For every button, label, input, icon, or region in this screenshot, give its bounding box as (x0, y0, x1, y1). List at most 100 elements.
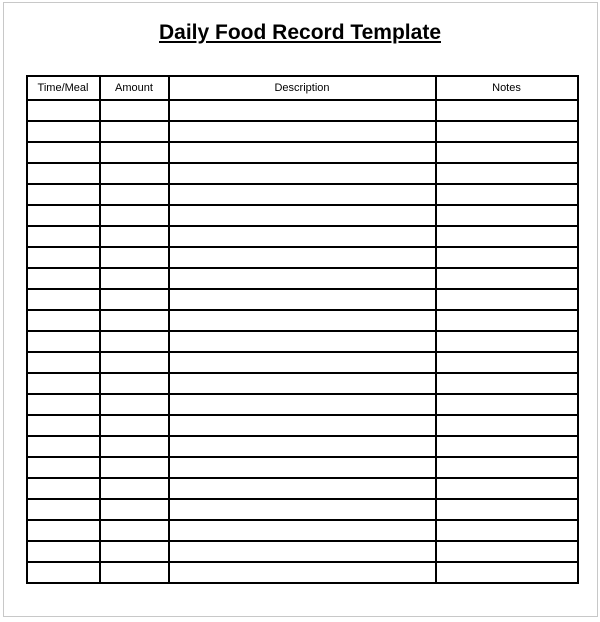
table-cell (100, 415, 169, 436)
page-title: Daily Food Record Template (4, 21, 597, 45)
table-cell (436, 205, 578, 226)
table-cell (100, 121, 169, 142)
header-description: Description (169, 76, 436, 100)
table-cell (100, 247, 169, 268)
table-cell (27, 457, 100, 478)
table-cell (169, 415, 436, 436)
table-row (27, 520, 578, 541)
table-cell (436, 457, 578, 478)
table-cell (100, 436, 169, 457)
table-row (27, 331, 578, 352)
table-cell (100, 289, 169, 310)
table-cell (169, 562, 436, 583)
table-row (27, 226, 578, 247)
table-cell (100, 331, 169, 352)
table-cell (100, 541, 169, 562)
table-row (27, 205, 578, 226)
table-cell (100, 310, 169, 331)
table-cell (436, 415, 578, 436)
table-cell (436, 478, 578, 499)
table-cell (100, 142, 169, 163)
table-row (27, 352, 578, 373)
table-cell (169, 142, 436, 163)
table-cell (436, 541, 578, 562)
table-cell (436, 310, 578, 331)
table-cell (169, 352, 436, 373)
table-cell (27, 121, 100, 142)
table-row (27, 499, 578, 520)
table-row (27, 415, 578, 436)
table-cell (27, 541, 100, 562)
table-cell (436, 373, 578, 394)
table-cell (100, 562, 169, 583)
table-row (27, 100, 578, 121)
table-cell (436, 520, 578, 541)
table-cell (100, 205, 169, 226)
table-row (27, 163, 578, 184)
table-row (27, 121, 578, 142)
table-cell (169, 205, 436, 226)
table-cell (169, 247, 436, 268)
table-cell (436, 352, 578, 373)
table-cell (436, 100, 578, 121)
table-cell (436, 121, 578, 142)
table-cell (100, 520, 169, 541)
header-amount: Amount (100, 76, 169, 100)
table-row (27, 394, 578, 415)
table-cell (169, 394, 436, 415)
table-cell (436, 562, 578, 583)
table-cell (27, 268, 100, 289)
table-row (27, 268, 578, 289)
table-cell (169, 100, 436, 121)
table-cell (100, 394, 169, 415)
table-cell (27, 520, 100, 541)
table-cell (169, 310, 436, 331)
table-cell (436, 163, 578, 184)
table-body (27, 100, 578, 583)
table-cell (27, 205, 100, 226)
table-cell (169, 226, 436, 247)
table-cell (100, 184, 169, 205)
table-cell (27, 436, 100, 457)
table-cell (169, 373, 436, 394)
table-cell (436, 289, 578, 310)
table-cell (169, 121, 436, 142)
table-cell (100, 268, 169, 289)
table-cell (100, 352, 169, 373)
table-cell (436, 184, 578, 205)
table-cell (27, 289, 100, 310)
table-cell (27, 331, 100, 352)
table-cell (27, 562, 100, 583)
table-cell (169, 499, 436, 520)
table-row (27, 142, 578, 163)
table-cell (169, 436, 436, 457)
table-cell (27, 226, 100, 247)
table-cell (169, 268, 436, 289)
table-cell (27, 394, 100, 415)
food-record-table: Time/Meal Amount Description Notes (26, 75, 579, 584)
table-cell (169, 457, 436, 478)
table-container: Time/Meal Amount Description Notes (4, 75, 597, 584)
table-row (27, 289, 578, 310)
table-cell (27, 247, 100, 268)
table-cell (169, 541, 436, 562)
table-header-row: Time/Meal Amount Description Notes (27, 76, 578, 100)
table-cell (27, 100, 100, 121)
table-cell (169, 331, 436, 352)
table-cell (436, 268, 578, 289)
table-row (27, 457, 578, 478)
table-cell (27, 478, 100, 499)
table-cell (27, 373, 100, 394)
table-row (27, 562, 578, 583)
table-cell (100, 100, 169, 121)
table-cell (27, 415, 100, 436)
table-row (27, 436, 578, 457)
table-cell (27, 163, 100, 184)
table-cell (436, 247, 578, 268)
table-cell (100, 373, 169, 394)
table-cell (27, 310, 100, 331)
table-cell (169, 289, 436, 310)
table-cell (169, 478, 436, 499)
table-cell (27, 142, 100, 163)
table-row (27, 373, 578, 394)
